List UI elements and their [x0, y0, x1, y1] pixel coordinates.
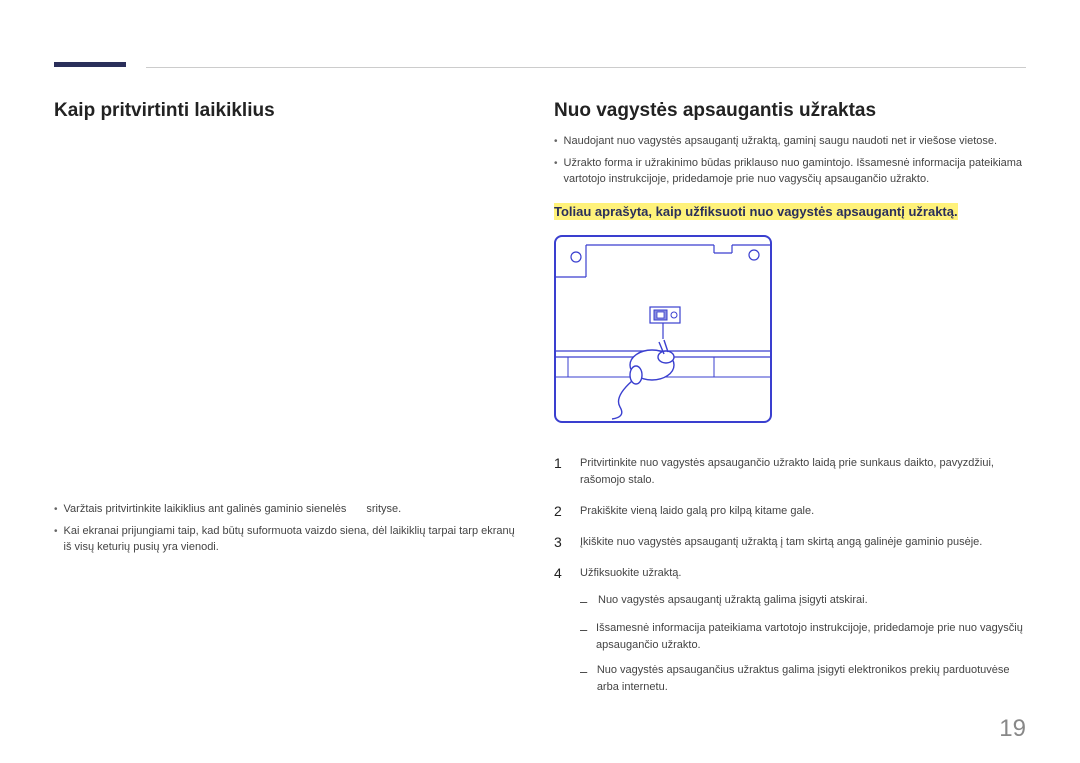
content-columns: Kaip pritvirtinti laikiklius • Varžtais … — [54, 100, 1026, 710]
left-bullet-1: • Varžtais pritvirtinkite laikiklius ant… — [54, 502, 524, 518]
step-2: 2 Prakiškite vieną laido galą pro kilpą … — [554, 503, 1026, 520]
step-4: 4 Užfiksuokite užraktą. ‒ Nuo vagystės a… — [554, 565, 1026, 704]
sub-note-list: ‒ Nuo vagystės apsaugantį užraktą galima… — [580, 592, 1026, 696]
highlighted-instruction: Toliau aprašyta, kaip užfiksuoti nuo vag… — [554, 204, 1026, 219]
right-bullet-2: • Užrakto forma ir užrakinimo būdas prik… — [554, 156, 1026, 188]
step-text: Prakiškite vieną laido galą pro kilpą ki… — [580, 503, 1026, 520]
dash-icon: ‒ — [580, 620, 588, 654]
right-bullet-1: • Naudojant nuo vagystės apsaugantį užra… — [554, 134, 1026, 150]
bullet-text: Kai ekranai prijungiami taip, kad būtų s… — [64, 524, 524, 556]
right-column: Nuo vagystės apsaugantis užraktas • Naud… — [554, 100, 1026, 710]
left-bullet-list: • Varžtais pritvirtinkite laikiklius ant… — [54, 502, 524, 556]
dash-icon: ‒ — [580, 592, 590, 612]
step-number: 4 — [554, 565, 566, 704]
step-text: Užfiksuokite užraktą. ‒ Nuo vagystės aps… — [580, 565, 1026, 704]
steps-list: 1 Pritvirtinkite nuo vagystės apsauganči… — [554, 455, 1026, 705]
step-3: 3 Įkiškite nuo vagystės apsaugantį užrak… — [554, 534, 1026, 551]
header-divider — [146, 67, 1026, 68]
bullet-text: Užrakto forma ir užrakinimo būdas prikla… — [564, 156, 1026, 188]
dash-icon: ‒ — [580, 662, 589, 696]
bullet-icon: • — [554, 134, 558, 150]
bullet-icon: • — [54, 502, 58, 518]
sub-note-2: ‒ Išsamesnė informacija pateikiama varto… — [580, 620, 1026, 654]
step-number: 3 — [554, 534, 566, 551]
bullet-icon: • — [554, 156, 558, 188]
page-number: 19 — [999, 715, 1026, 743]
sub-note-1: ‒ Nuo vagystės apsaugantį užraktą galima… — [580, 592, 1026, 612]
step-number: 1 — [554, 455, 566, 489]
bullet-text: Naudojant nuo vagystės apsaugantį užrakt… — [564, 134, 1026, 150]
left-heading: Kaip pritvirtinti laikiklius — [54, 100, 524, 122]
step-text: Pritvirtinkite nuo vagystės apsaugančio … — [580, 455, 1026, 489]
sub-note-3: ‒ Nuo vagystės apsaugančius užraktus gal… — [580, 662, 1026, 696]
sub-note-text: Nuo vagystės apsaugančius užraktus galim… — [597, 662, 1026, 696]
header-accent-bar — [54, 62, 126, 67]
right-heading: Nuo vagystės apsaugantis užraktas — [554, 100, 1026, 122]
left-column: Kaip pritvirtinti laikiklius • Varžtais … — [54, 100, 524, 710]
lock-diagram-svg — [556, 237, 770, 421]
sub-note-text: Nuo vagystės apsaugantį užraktą galima į… — [598, 592, 868, 612]
left-bullet-2: • Kai ekranai prijungiami taip, kad būtų… — [54, 524, 524, 556]
page-header — [54, 62, 1026, 67]
step-1: 1 Pritvirtinkite nuo vagystės apsauganči… — [554, 455, 1026, 489]
right-bullet-list: • Naudojant nuo vagystės apsaugantį užra… — [554, 134, 1026, 188]
step-text: Įkiškite nuo vagystės apsaugantį užraktą… — [580, 534, 1026, 551]
bullet-text: Varžtais pritvirtinkite laikiklius ant g… — [64, 502, 524, 518]
step-number: 2 — [554, 503, 566, 520]
sub-note-text: Išsamesnė informacija pateikiama vartoto… — [596, 620, 1026, 654]
bullet-icon: • — [54, 524, 58, 556]
lock-diagram — [554, 235, 772, 423]
